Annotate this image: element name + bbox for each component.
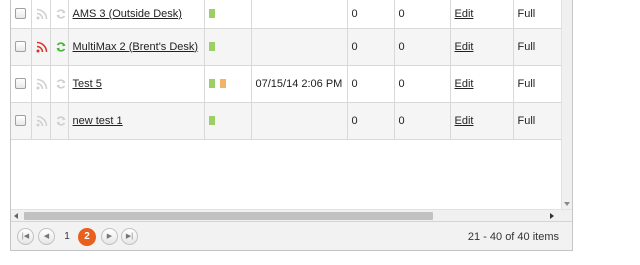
date-cell (251, 0, 348, 29)
edit-link[interactable]: Edit (455, 115, 474, 127)
mode-cell: Full (513, 65, 562, 103)
mode-cell: Full (513, 102, 562, 140)
last-page-icon[interactable]: ▶| (121, 228, 138, 245)
scroll-down-arrow-icon[interactable] (564, 202, 570, 206)
edit-link[interactable]: Edit (455, 78, 474, 90)
table-row: AMS 3 (Outside Desk) 0 0 Edit Full (11, 0, 562, 29)
date-cell (251, 102, 348, 140)
table-row: new test 1 0 0 Edit Full (11, 102, 562, 140)
pager-info: 21 - 40 of 40 items (467, 231, 559, 243)
count-a-cell: 0 (347, 28, 395, 66)
row-checkbox[interactable] (15, 8, 27, 20)
grid-table: AMS 3 (Outside Desk) 0 0 Edit Full MultiMax 2… (11, 0, 562, 140)
prev-page-icon[interactable]: ◀ (38, 228, 55, 245)
rss-icon (36, 41, 48, 53)
grid-content: AMS 3 (Outside Desk) 0 0 Edit Full MultiMax 2… (11, 0, 572, 209)
status-cell (204, 28, 252, 66)
edit-link[interactable]: Edit (455, 8, 474, 20)
sync-icon (55, 8, 67, 20)
status-green-indicator (208, 42, 215, 52)
horizontal-scroll-thumb[interactable] (24, 212, 433, 220)
device-name-link[interactable]: Test 5 (73, 78, 102, 90)
sync-icon (55, 78, 67, 90)
rss-icon (36, 78, 48, 90)
status-green-indicator (208, 9, 215, 19)
count-b-cell: 0 (394, 102, 451, 140)
count-b-cell: 0 (394, 65, 451, 103)
edit-link[interactable]: Edit (455, 41, 474, 53)
date-cell: 07/15/14 2:06 PM (251, 65, 348, 103)
devices-grid: AMS 3 (Outside Desk) 0 0 Edit Full MultiMax 2… (10, 0, 573, 251)
horizontal-scrollbar[interactable] (11, 209, 572, 221)
date-cell (251, 28, 348, 66)
row-checkbox[interactable] (15, 41, 27, 53)
sync-icon (55, 41, 67, 53)
table-row: MultiMax 2 (Brent's Desk) 0 0 Edit Full (11, 28, 562, 66)
mode-cell: Full (513, 28, 562, 66)
scroll-left-arrow-icon[interactable] (14, 213, 18, 219)
first-page-icon[interactable]: |◀ (17, 228, 34, 245)
count-a-cell: 0 (347, 0, 395, 29)
status-green-indicator (208, 79, 215, 89)
row-checkbox[interactable] (15, 78, 27, 90)
pager: |◀ ◀ 1 2 ▶ ▶| 21 - 40 of 40 items (11, 221, 572, 250)
device-name-link[interactable]: MultiMax 2 (Brent's Desk) (73, 41, 199, 53)
rss-icon (36, 8, 48, 20)
count-b-cell: 0 (394, 28, 451, 66)
page-2-button[interactable]: 2 (78, 228, 96, 246)
next-page-icon[interactable]: ▶ (101, 228, 118, 245)
mode-cell: Full (513, 0, 562, 29)
page-1-button[interactable]: 1 (58, 228, 76, 246)
status-cell (204, 0, 252, 29)
table-row: Test 5 07/15/14 2:06 PM 0 0 Edit Full (11, 65, 562, 103)
device-name-link[interactable]: new test 1 (73, 115, 123, 127)
count-b-cell: 0 (394, 0, 451, 29)
status-cell (204, 65, 252, 103)
count-a-cell: 0 (347, 102, 395, 140)
scroll-right-arrow-icon[interactable] (550, 213, 554, 219)
rss-icon (36, 115, 48, 127)
sync-icon (55, 115, 67, 127)
count-a-cell: 0 (347, 65, 395, 103)
row-checkbox[interactable] (15, 115, 27, 127)
device-name-link[interactable]: AMS 3 (Outside Desk) (73, 8, 182, 20)
vertical-scrollbar[interactable] (561, 0, 572, 209)
status-cell (204, 102, 252, 140)
status-orange-indicator (219, 79, 226, 89)
status-green-indicator (208, 116, 215, 126)
